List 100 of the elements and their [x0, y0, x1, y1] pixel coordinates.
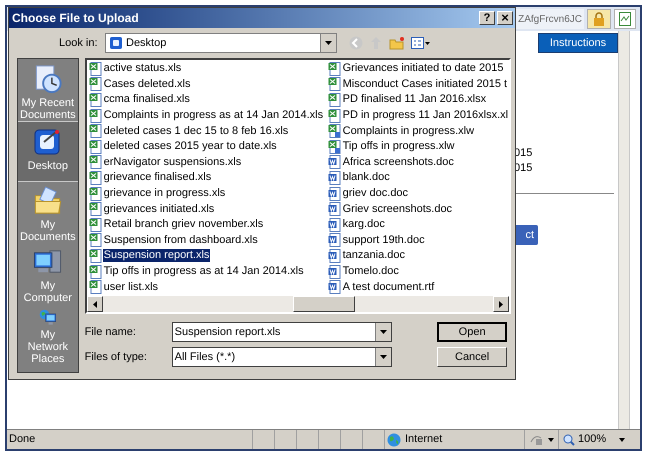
- file-item[interactable]: Tomelo.doc: [342, 265, 400, 278]
- spreadsheet-icon: [328, 77, 341, 92]
- file-item[interactable]: grievance finalised.xls: [102, 171, 212, 184]
- places-item[interactable]: My Computer: [18, 243, 78, 304]
- new-folder-icon[interactable]: [389, 36, 405, 50]
- places-item[interactable]: My Recent Documents: [18, 60, 78, 121]
- spreadsheet-icon: [88, 140, 102, 154]
- file-item[interactable]: PD finalised 11 Jan 2016.xlsx: [342, 93, 488, 106]
- document-icon: [328, 218, 341, 232]
- file-type-dropdown[interactable]: All Files (*.*): [172, 347, 392, 367]
- chart-page-icon: [619, 12, 631, 26]
- scroll-right-button[interactable]: [493, 296, 510, 312]
- dropdown-button[interactable]: [320, 34, 336, 52]
- vertical-scrollbar[interactable]: [618, 31, 630, 429]
- file-item[interactable]: Grievances initiated to date 2015: [342, 62, 504, 76]
- status-text: Done: [8, 432, 36, 448]
- file-item[interactable]: Tip offs in progress as at 14 Jan 2014.xls: [102, 265, 305, 278]
- left-arrow-icon: [92, 300, 97, 308]
- file-item[interactable]: Africa screenshots.doc: [342, 156, 455, 169]
- document-icon: [328, 280, 341, 294]
- file-item[interactable]: deleted cases 1 dec 15 to 8 feb 16.xls: [102, 124, 290, 138]
- file-item[interactable]: deleted cases 2015 year to date.xls: [102, 140, 278, 154]
- file-item[interactable]: Complaints in progress as at 14 Jan 2014.xls: [102, 109, 324, 122]
- file-item[interactable]: A test document.rtf: [342, 280, 436, 294]
- spreadsheet-icon: [328, 62, 341, 76]
- scroll-left-button[interactable]: [86, 296, 103, 312]
- spreadsheet-icon: [88, 155, 102, 170]
- spreadsheet-icon: [88, 108, 102, 123]
- file-item[interactable]: blank.doc: [342, 171, 391, 184]
- spreadsheet-icon: [88, 92, 102, 107]
- caret-icon: [325, 41, 332, 45]
- right-arrow-icon: [499, 300, 504, 308]
- close-button[interactable]: ×: [497, 11, 513, 25]
- file-item[interactable]: Griev screenshots.doc: [342, 202, 454, 216]
- look-in-dropdown[interactable]: Desktop: [105, 33, 337, 53]
- field-label: Files of type:: [84, 350, 148, 365]
- places-item[interactable]: My Documents: [18, 182, 78, 243]
- scroll-thumb[interactable]: [292, 296, 355, 312]
- look-in-label: Look in:: [59, 36, 99, 51]
- spreadsheet-icon: [328, 124, 341, 138]
- file-item[interactable]: Cases deleted.xls: [102, 78, 192, 91]
- spreadsheet-icon: [88, 77, 102, 92]
- view-menu-icon[interactable]: [411, 37, 431, 49]
- document-icon: [328, 170, 341, 185]
- file-item[interactable]: Complaints in progress.xlw: [342, 124, 476, 138]
- file-name-field[interactable]: Suspension report.xls: [172, 322, 392, 342]
- file-item[interactable]: Tip offs in progress.xlw: [342, 140, 456, 154]
- spreadsheet-icon: [328, 140, 341, 154]
- file-item[interactable]: Suspension from dashboard.xls: [102, 234, 259, 247]
- document-icon: [328, 248, 341, 263]
- file-item[interactable]: active status.xls: [102, 62, 182, 76]
- file-item[interactable]: user list.xls: [102, 280, 160, 294]
- spreadsheet-icon: [88, 218, 102, 232]
- spreadsheet-icon: [88, 186, 102, 201]
- file-item[interactable]: grievance in progress.xls: [102, 187, 226, 200]
- page-button[interactable]: [614, 9, 636, 29]
- spreadsheet-icon: [88, 62, 102, 76]
- file-item[interactable]: ccma finalised.xls: [102, 93, 191, 106]
- dialog-title: Choose File to Upload: [12, 10, 140, 27]
- dropdown-button[interactable]: [374, 348, 391, 366]
- spreadsheet-icon: [88, 248, 102, 263]
- document-icon: [328, 186, 341, 201]
- file-item[interactable]: tanzania.doc: [342, 249, 406, 262]
- document-icon: [328, 155, 341, 170]
- spreadsheet-icon: [88, 170, 102, 185]
- caret-icon: [548, 438, 554, 442]
- file-item[interactable]: PD in progress 11 Jan 2016xlsx.xl: [342, 109, 510, 122]
- spreadsheet-icon: [328, 92, 341, 107]
- field-label: File name:: [84, 324, 137, 340]
- caret-icon: [619, 438, 625, 442]
- places-item[interactable]: Desktop: [18, 121, 78, 182]
- document-icon: [328, 264, 341, 279]
- spreadsheet-icon: [88, 124, 102, 138]
- file-item[interactable]: griev doc.doc: [342, 187, 410, 200]
- file-item[interactable]: Retail branch griev november.xls: [102, 218, 264, 232]
- file-item[interactable]: support 19th.doc: [342, 234, 426, 247]
- document-icon: [328, 233, 341, 248]
- file-item[interactable]: karg.doc: [342, 218, 386, 232]
- caret-icon: [380, 355, 387, 359]
- lock-button[interactable]: [587, 9, 611, 29]
- spreadsheet-icon: [88, 233, 102, 248]
- spreadsheet-icon: [328, 108, 341, 123]
- places-item[interactable]: My Network Places: [18, 304, 78, 365]
- file-item[interactable]: Misconduct Cases initiated 2015 t: [342, 78, 508, 91]
- submit-button[interactable]: ct: [514, 225, 538, 245]
- file-item[interactable]: grievances initiated.xls: [102, 202, 216, 216]
- zone-text: Internet: [405, 432, 442, 448]
- help-button[interactable]: ?: [479, 11, 495, 25]
- file-item[interactable]: erNavigator suspensions.xls: [102, 156, 242, 169]
- zoom-button[interactable]: 100%: [558, 430, 631, 449]
- spreadsheet-icon: [88, 202, 102, 216]
- horizontal-scrollbar[interactable]: [86, 296, 510, 312]
- dialog-button[interactable]: Cancel: [437, 347, 508, 367]
- desktop-icon: [109, 36, 123, 50]
- instructions-button[interactable]: Instructions: [538, 33, 618, 53]
- dialog-button[interactable]: Open: [437, 322, 508, 342]
- dropdown-button[interactable]: [374, 323, 391, 341]
- caret-icon: [380, 330, 387, 334]
- file-item[interactable]: Suspension report.xls: [102, 249, 210, 262]
- spreadsheet-icon: [88, 280, 102, 294]
